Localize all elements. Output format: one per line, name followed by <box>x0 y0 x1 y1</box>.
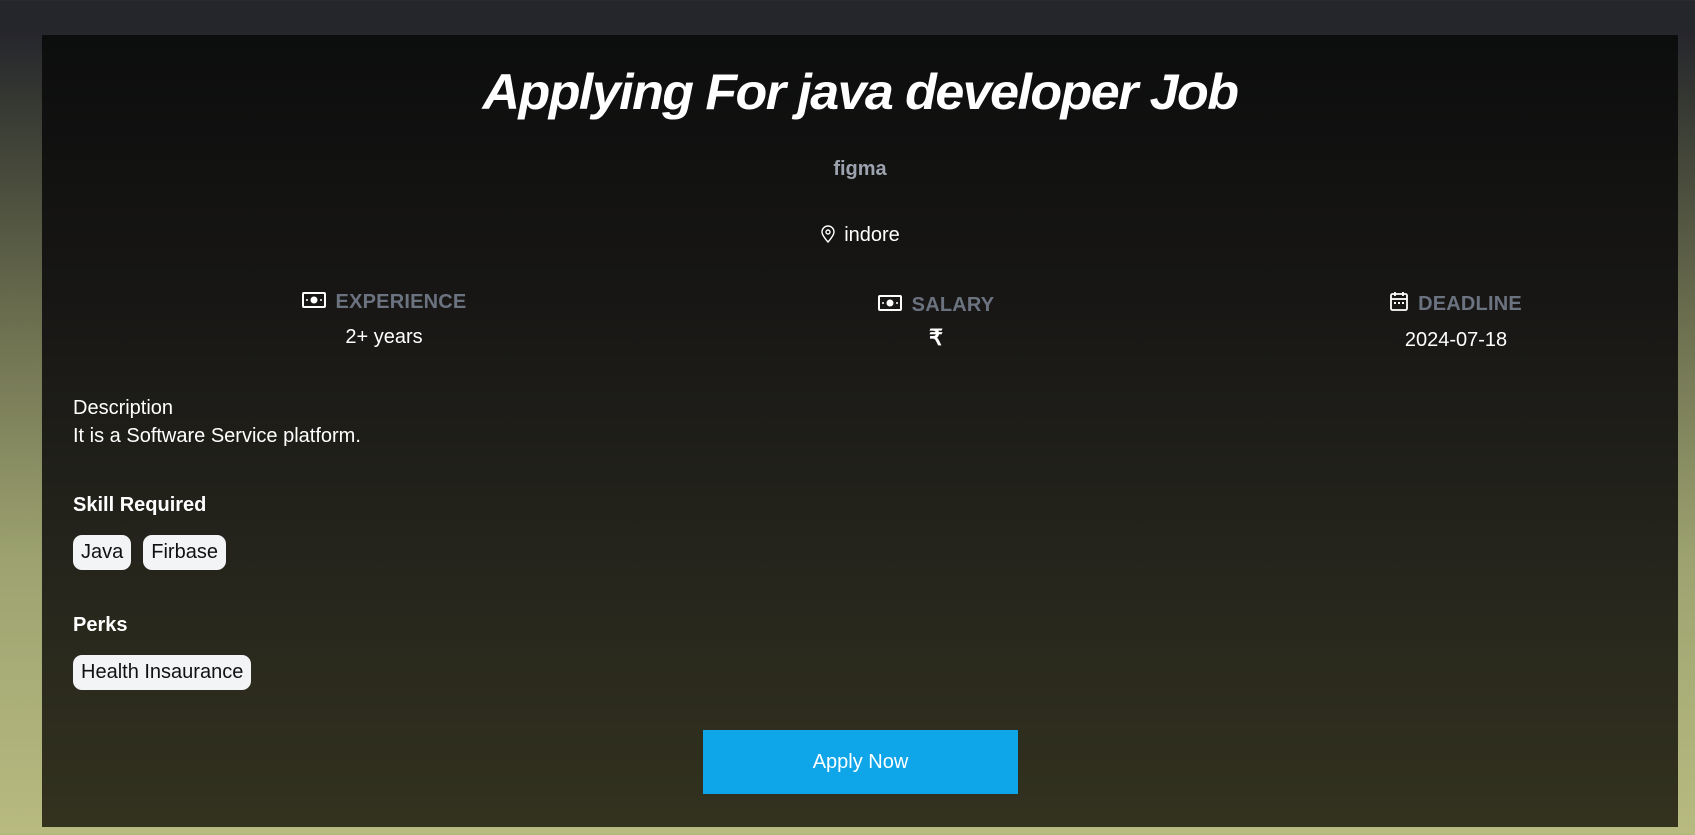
description-label: Description <box>73 397 174 419</box>
perks-heading: Perks <box>73 614 128 636</box>
salary-stat: SALARY ₹ <box>808 294 1064 351</box>
salary-value: ₹ <box>929 325 943 350</box>
deadline-label: DEADLINE <box>1418 292 1522 315</box>
description-text: It is a Software Service platform. <box>73 425 361 447</box>
experience-value: 2+ years <box>345 326 423 348</box>
skill-chip: Java <box>73 535 132 570</box>
job-location: indore <box>42 224 1678 249</box>
skill-chip: Firbase <box>143 535 226 570</box>
skills-list: Java Firbase <box>73 535 226 570</box>
perk-chip: Health Insaurance <box>73 655 252 690</box>
perks-list: Health Insaurance <box>73 655 252 690</box>
calendar-icon <box>1390 291 1408 317</box>
experience-stat: EXPERIENCE 2+ years <box>256 291 512 349</box>
deadline-stat: DEADLINE 2024-07-18 <box>1328 291 1584 352</box>
apply-now-button[interactable]: Apply Now <box>703 730 1018 794</box>
deadline-value: 2024-07-18 <box>1404 329 1508 351</box>
salary-label: SALARY <box>911 294 995 316</box>
map-pin-icon <box>820 225 836 249</box>
skills-heading: Skill Required <box>73 494 207 516</box>
location-text: indore <box>844 224 900 246</box>
experience-label: EXPERIENCE <box>335 291 467 313</box>
company-name: figma <box>833 158 887 180</box>
page-title: Applying For java developer Job <box>482 64 1239 120</box>
money-bill-icon <box>877 294 902 317</box>
job-detail-card: Applying For java developer Job figma in… <box>42 35 1678 827</box>
money-bill-icon <box>301 291 326 314</box>
